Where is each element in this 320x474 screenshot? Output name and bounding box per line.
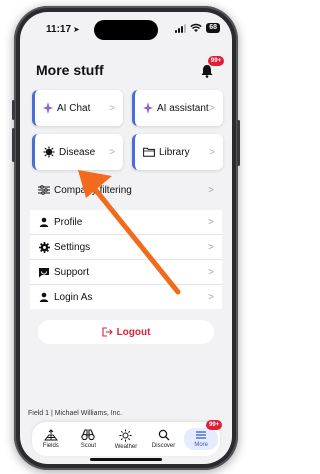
status-bar: 11:17 ➤ 68: [20, 12, 232, 48]
tab-more[interactable]: More 99+: [184, 420, 223, 450]
ai-assistant-label: AI assistant: [157, 102, 209, 114]
home-indicator: [90, 458, 162, 461]
bell-icon[interactable]: [200, 64, 214, 78]
virus-icon: [43, 146, 55, 158]
chevron-right-icon: >: [208, 291, 214, 303]
chat-icon: [38, 267, 50, 278]
chevron-right-icon: >: [209, 146, 215, 158]
chevron-right-icon: >: [109, 102, 115, 114]
chevron-right-icon: >: [208, 184, 214, 196]
disease-card[interactable]: Disease >: [32, 134, 123, 170]
chevron-right-icon: >: [209, 102, 215, 114]
gear-icon: [38, 241, 50, 253]
side-button: [237, 120, 240, 166]
menu-icon: [196, 431, 207, 439]
chevron-right-icon: >: [208, 216, 214, 228]
support-label: Support: [54, 266, 90, 278]
location-arrow-icon: ➤: [73, 25, 80, 34]
person-icon: [38, 292, 50, 302]
settings-row[interactable]: Settings >: [30, 235, 222, 260]
time-text: 11:17: [46, 24, 72, 35]
notification-badge: 99+: [208, 56, 224, 66]
settings-label: Settings: [54, 241, 91, 253]
company-filtering-row[interactable]: Company filtering >: [30, 178, 222, 202]
tab-scout-label: Scout: [80, 443, 97, 449]
sun-icon: [119, 428, 133, 442]
tab-fields-label: Fields: [42, 443, 59, 449]
binoculars-icon: [81, 429, 96, 441]
tab-discover-label: Discover: [151, 443, 176, 449]
page-title: More stuff: [36, 62, 104, 78]
tab-scout[interactable]: Scout: [71, 429, 105, 449]
fields-icon: [43, 429, 58, 441]
side-button: [12, 100, 15, 120]
side-button: [12, 128, 15, 162]
chevron-right-icon: >: [109, 146, 115, 158]
logout-label: Logout: [116, 326, 151, 338]
bottom-tab-bar: Fields Scout Weather Discover More 99+: [32, 420, 223, 456]
profile-row[interactable]: Profile >: [30, 210, 222, 235]
login-as-label: Login As: [54, 291, 93, 303]
tab-discover[interactable]: Discover: [147, 429, 181, 449]
search-icon: [158, 429, 170, 441]
app-screen: 11:17 ➤ 68 More stuff 99+ AI Chat > AI as…: [20, 12, 232, 464]
sparkle-icon: [43, 102, 53, 114]
tab-weather-label: Weather: [114, 443, 138, 450]
company-filtering-label: Company filtering: [54, 184, 132, 196]
library-label: Library: [159, 146, 190, 158]
ai-chat-label: AI Chat: [57, 102, 91, 114]
logout-icon: [102, 327, 113, 337]
profile-label: Profile: [54, 216, 83, 228]
ai-assistant-card[interactable]: AI assistant >: [132, 90, 223, 126]
ai-chat-card[interactable]: AI Chat >: [32, 90, 123, 126]
library-card[interactable]: Library >: [132, 134, 223, 170]
sparkle-icon: [143, 102, 153, 114]
context-footer: Field 1 | Michael Williams, Inc.: [28, 410, 123, 417]
chevron-right-icon: >: [208, 266, 214, 278]
login-as-row[interactable]: Login As >: [30, 285, 222, 309]
chevron-right-icon: >: [208, 241, 214, 253]
tab-weather[interactable]: Weather: [109, 428, 143, 450]
disease-label: Disease: [59, 146, 96, 158]
status-time: 11:17 ➤: [46, 24, 80, 35]
status-icons: 68: [175, 23, 220, 33]
folder-icon: [143, 147, 155, 157]
battery-indicator: 68: [206, 23, 220, 33]
support-row[interactable]: Support >: [30, 260, 222, 285]
person-icon: [38, 217, 50, 227]
more-badge: 99+: [206, 420, 223, 430]
logout-button[interactable]: Logout: [38, 320, 214, 344]
sliders-icon: [38, 185, 50, 195]
wifi-icon: [190, 23, 202, 32]
tab-more-label: More: [194, 442, 208, 448]
tab-fields[interactable]: Fields: [34, 429, 68, 449]
signal-icon: [175, 23, 187, 33]
menu-list: Profile > Settings > Support > Login As …: [30, 210, 222, 309]
dynamic-island: [94, 20, 158, 40]
company-filtering-section: Company filtering >: [30, 178, 222, 202]
